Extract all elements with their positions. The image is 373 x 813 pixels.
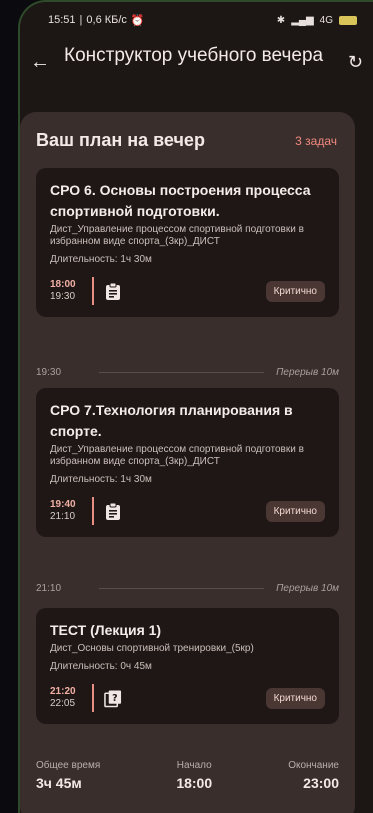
plan-title: Ваш план на вечер [36, 130, 205, 150]
break-row: 19:30 Перерыв 10м [36, 362, 339, 382]
alarm-icon: ⏰ [130, 14, 145, 27]
total-time-label: Общее время [36, 760, 101, 771]
app-bar: ← Конструктор учебного вечера ↻ [20, 38, 373, 102]
end-label: Окончание [288, 760, 339, 771]
priority-badge: Критично [265, 500, 325, 522]
time-divider [92, 277, 94, 305]
task-card[interactable]: ТЕСТ (Лекция 1) Дист_Основы спортивной т… [36, 608, 339, 724]
clipboard-icon [104, 501, 122, 521]
total-time-value: 3ч 45м [36, 775, 82, 791]
signal-icon: ▂▄▆ [291, 14, 314, 26]
task-duration: Длительность: 1ч 30м [50, 254, 152, 265]
task-duration: Длительность: 1ч 30м [50, 474, 152, 485]
task-title: СРО 7.Технология планирования в спорте. [50, 402, 293, 439]
task-card[interactable]: СРО 7.Технология планирования в спорте. … [36, 388, 339, 537]
break-time: 19:30 [36, 366, 62, 378]
priority-badge: Критично [265, 280, 325, 302]
refresh-icon[interactable]: ↻ [348, 52, 363, 73]
task-start-time: 19:40 [50, 499, 76, 510]
task-count: 3 задач [295, 133, 337, 148]
task-end-time: 19:30 [50, 291, 76, 302]
status-bar: 15:51 | 0,6 КБ/с ⏰ ✱ ▂▄▆ 4G [20, 2, 373, 38]
start-value: 18:00 [176, 775, 213, 791]
clipboard-icon [104, 281, 122, 301]
battery-icon [339, 15, 357, 25]
status-time: 15:51 [48, 14, 76, 26]
task-subject: Дист_Управление процессом спортивной под… [50, 224, 304, 247]
task-start-time: 18:00 [50, 279, 76, 290]
quiz-icon: ? [104, 688, 122, 708]
time-divider [92, 497, 94, 525]
task-start-time: 21:20 [50, 686, 76, 697]
break-time: 21:10 [36, 582, 62, 594]
status-speed: 0,6 КБ/с [86, 14, 127, 26]
back-arrow-icon[interactable]: ← [30, 50, 58, 74]
start-label: Начало [176, 760, 212, 771]
bluetooth-icon: ✱ [276, 14, 286, 26]
task-title: СРО 6. Основы построения процесса спорти… [50, 182, 311, 219]
task-subject: Дист_Управление процессом спортивной под… [50, 444, 304, 467]
break-label: Перерыв 10м [276, 582, 339, 594]
time-divider [92, 684, 94, 712]
svg-text:?: ? [112, 692, 118, 703]
break-row: 21:10 Перерыв 10м [36, 578, 339, 598]
network-type: 4G [319, 14, 333, 26]
task-card[interactable]: СРО 6. Основы построения процесса спорти… [36, 168, 339, 317]
task-duration: Длительность: 0ч 45м [50, 661, 152, 672]
task-subject: Дист_Основы спортивной тренировки_(5кр) [50, 643, 254, 654]
task-end-time: 22:05 [50, 698, 76, 709]
task-end-time: 21:10 [50, 511, 76, 522]
evening-plan-panel: Ваш план на вечер 3 задач СРО 6. Основы … [20, 112, 355, 813]
page-title: Конструктор учебного вечера [64, 45, 324, 66]
task-title: ТЕСТ (Лекция 1) [50, 622, 162, 638]
plan-summary: Общее время 3ч 45м Начало 18:00 Окончани… [36, 760, 339, 791]
priority-badge: Критично [265, 687, 325, 709]
break-label: Перерыв 10м [276, 366, 339, 378]
end-value: 23:00 [303, 775, 339, 791]
